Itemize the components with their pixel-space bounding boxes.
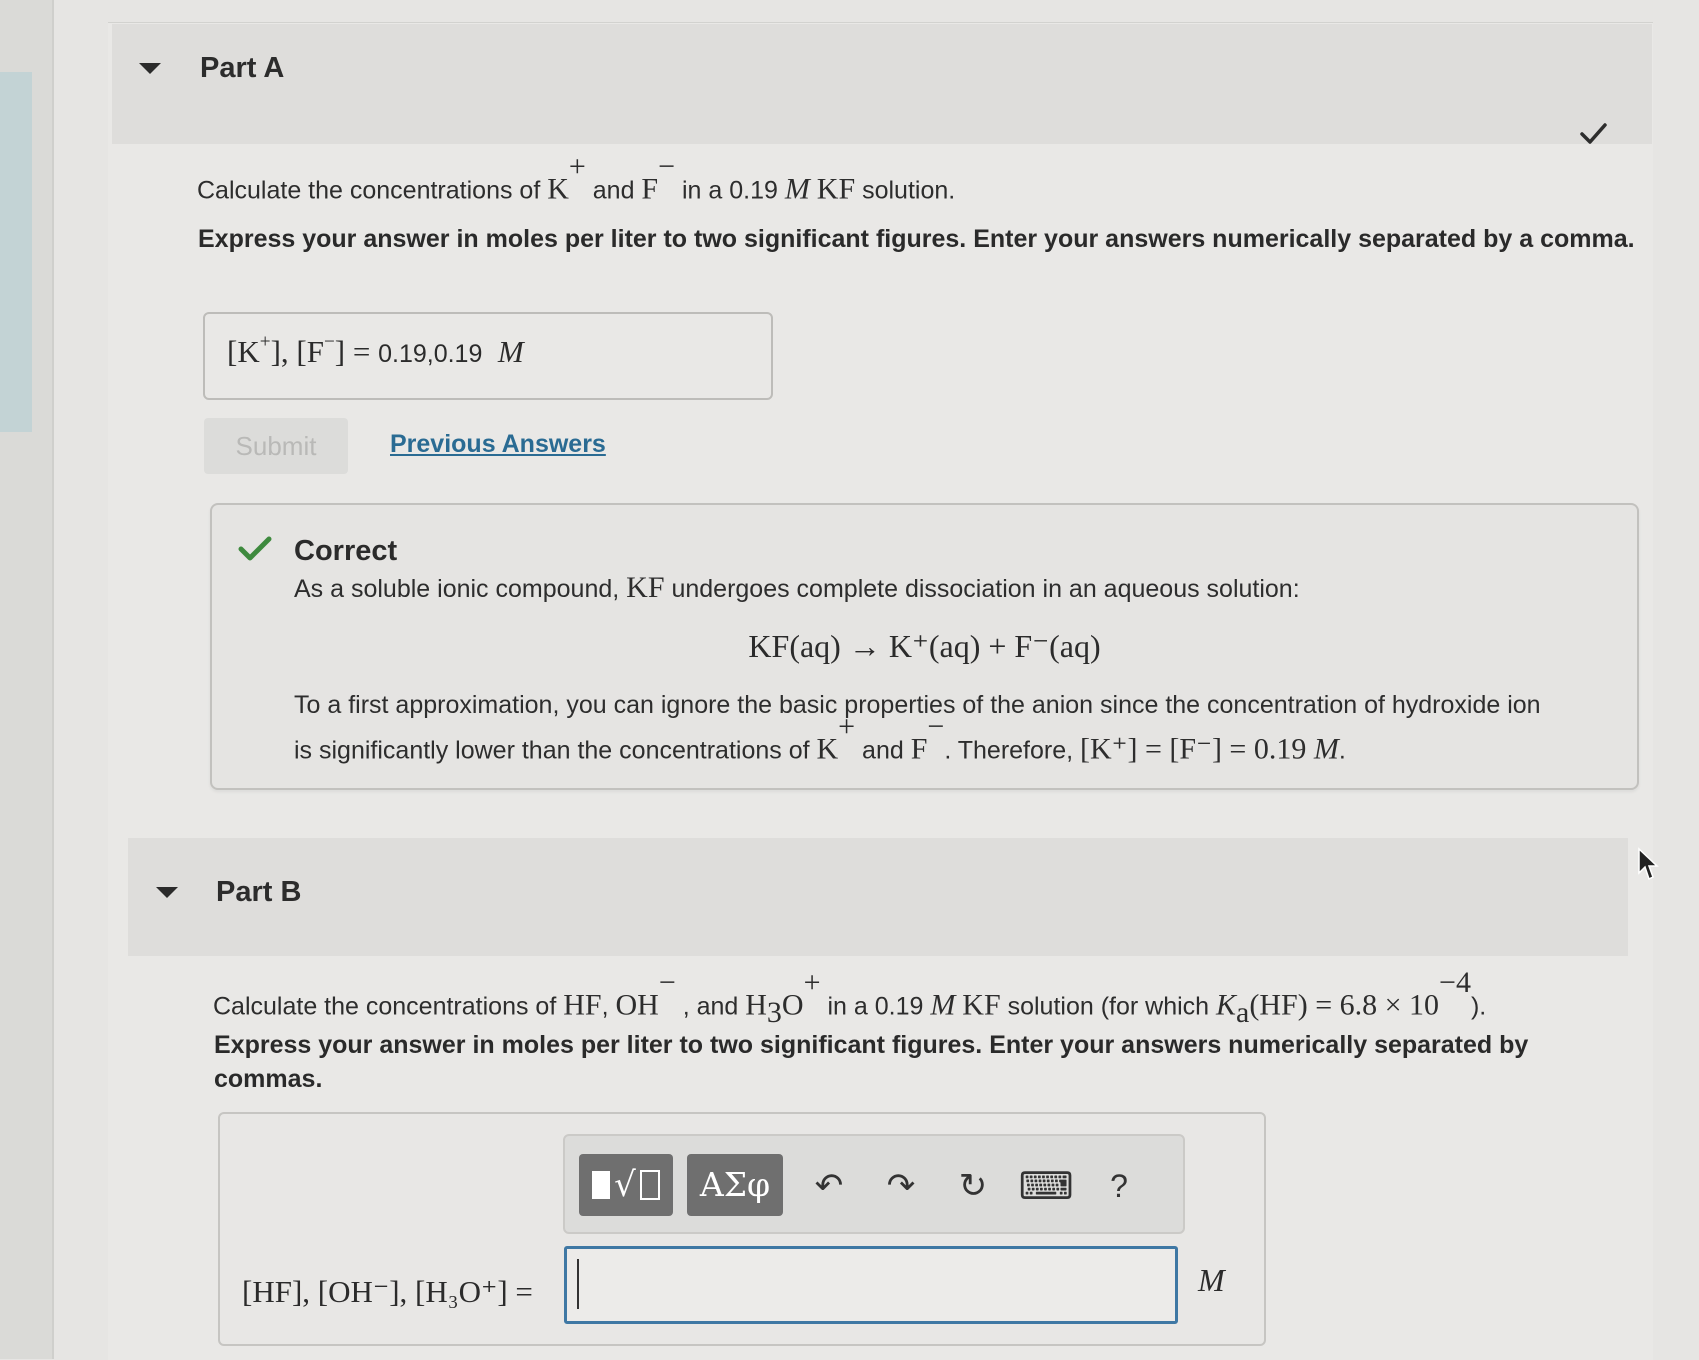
symbols-button[interactable]: ΑΣφ bbox=[687, 1154, 783, 1216]
redo-icon[interactable]: ↷ bbox=[873, 1158, 929, 1214]
dissociation-equation: KF(aq) → K⁺(aq) + F⁻(aq) bbox=[748, 628, 1101, 664]
part-a-instructions: Express your answer in moles per liter t… bbox=[198, 225, 1635, 253]
feedback-line-3: is significantly lower than the concentr… bbox=[294, 710, 1346, 766]
part-a-answer-unit: M bbox=[497, 334, 524, 369]
part-b-answer-input[interactable] bbox=[564, 1246, 1178, 1324]
collapse-caret-icon[interactable] bbox=[139, 63, 161, 74]
submit-button[interactable]: Submit bbox=[204, 418, 348, 474]
sqrt-icon: √ bbox=[614, 1165, 636, 1205]
mouse-pointer-icon bbox=[1638, 847, 1659, 881]
part-a-answer-label: [K+], [F−] = 0.19,0.19 M bbox=[227, 331, 524, 369]
feedback-line-2: To a first approximation, you can ignore… bbox=[294, 691, 1541, 719]
part-b-question: Calculate the concentrations of HF, OH− … bbox=[213, 966, 1487, 1029]
part-b-header[interactable] bbox=[128, 838, 1628, 956]
left-panel-accent bbox=[0, 72, 32, 432]
part-a-header[interactable] bbox=[112, 24, 1652, 144]
math-toolbar: √ ΑΣφ ↶ ↷ ↻ ⌨ ? bbox=[563, 1134, 1185, 1234]
reset-icon[interactable]: ↻ bbox=[945, 1158, 1001, 1214]
correct-feedback-panel: Correct As a soluble ionic compound, KF … bbox=[210, 503, 1639, 790]
undo-icon[interactable]: ↶ bbox=[801, 1158, 857, 1214]
feedback-line-1: As a soluble ionic compound, KF undergoe… bbox=[294, 571, 1300, 604]
text-cursor bbox=[577, 1259, 579, 1309]
collapse-caret-icon[interactable] bbox=[156, 887, 178, 898]
part-b-title: Part B bbox=[216, 876, 302, 908]
completed-check-icon bbox=[1580, 123, 1607, 144]
part-b-answer-label: [HF], [OH⁻], [H₃O⁺] = bbox=[242, 1274, 533, 1309]
feedback-title: Correct bbox=[294, 535, 398, 567]
keyboard-icon[interactable]: ⌨ bbox=[1018, 1158, 1074, 1214]
part-b-instructions: Express your answer in moles per liter t… bbox=[214, 1031, 1529, 1093]
part-a-answer-box: [K+], [F−] = 0.19,0.19 M bbox=[203, 312, 773, 400]
part-b-answer-unit: M bbox=[1198, 1262, 1225, 1298]
templates-button[interactable]: √ bbox=[579, 1154, 673, 1216]
template-block-icon bbox=[592, 1171, 611, 1199]
template-box-icon bbox=[639, 1170, 660, 1200]
correct-check-icon bbox=[238, 536, 272, 561]
part-a-answer-value: 0.19,0.19 bbox=[378, 340, 483, 368]
help-button[interactable]: ? bbox=[1091, 1158, 1147, 1214]
part-a-title: Part A bbox=[200, 52, 285, 84]
part-a-question: Calculate the concentrations of K+ and F… bbox=[197, 150, 956, 206]
previous-answers-link[interactable]: Previous Answers bbox=[390, 430, 606, 459]
